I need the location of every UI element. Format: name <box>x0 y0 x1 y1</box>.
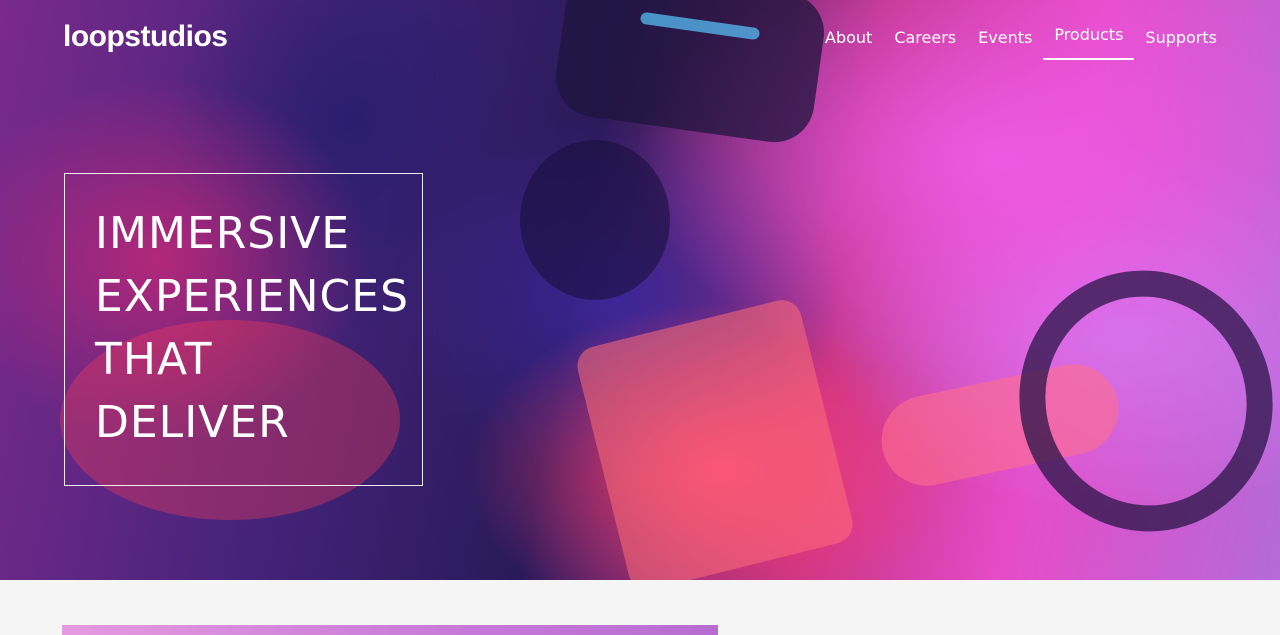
headline-line: DELIVER <box>95 397 290 448</box>
hero-headline: IMMERSIVE EXPERIENCES THAT DELIVER <box>95 202 409 454</box>
nav-item-careers[interactable]: Careers <box>883 0 967 62</box>
hero-photo-decor <box>573 295 857 580</box>
hero-photo-decor <box>982 234 1280 568</box>
feature-image <box>62 625 718 635</box>
interactive-section <box>0 580 1280 635</box>
hero-photo-decor <box>520 140 670 300</box>
nav-item-supports[interactable]: Supports <box>1134 0 1228 62</box>
headline-line: IMMERSIVE <box>95 208 351 259</box>
hero-section: loopstudios About Careers Events Product… <box>0 0 1280 580</box>
nav-item-about[interactable]: About <box>814 0 883 62</box>
headline-line: EXPERIENCES <box>95 271 409 322</box>
hero-headline-box: IMMERSIVE EXPERIENCES THAT DELIVER <box>64 173 423 486</box>
nav-item-products[interactable]: Products <box>1043 0 1135 60</box>
main-nav: About Careers Events Products Supports <box>814 0 1228 62</box>
site-logo[interactable]: loopstudios <box>63 20 228 54</box>
nav-item-events[interactable]: Events <box>967 0 1043 62</box>
headline-line: THAT <box>95 334 213 385</box>
